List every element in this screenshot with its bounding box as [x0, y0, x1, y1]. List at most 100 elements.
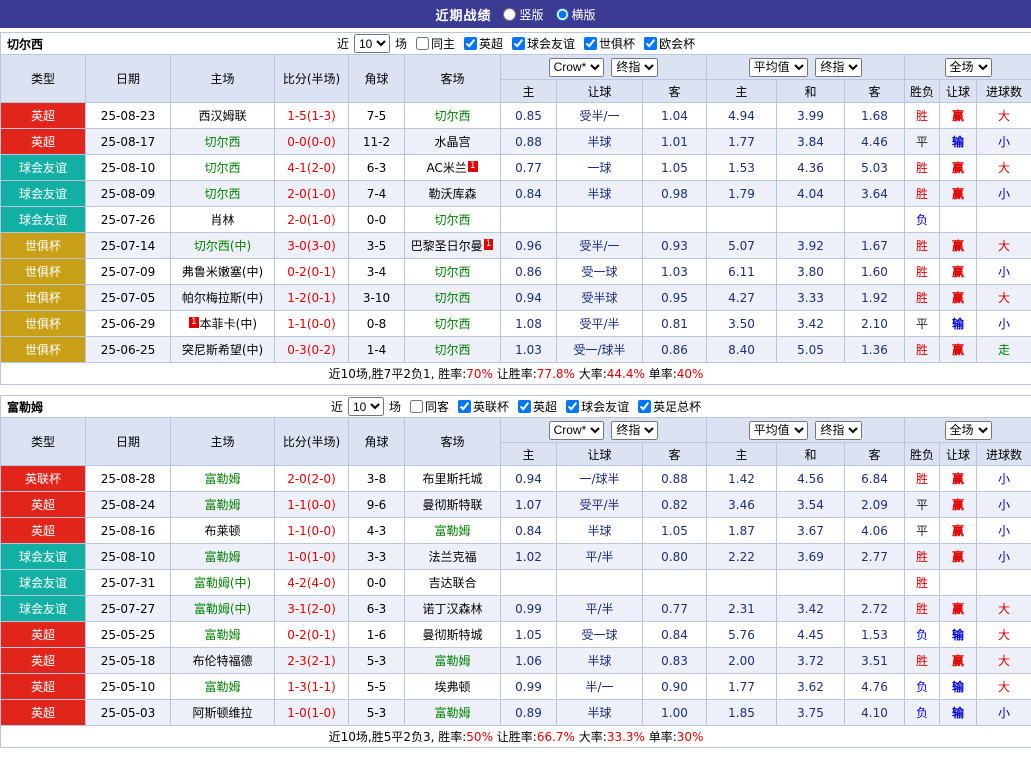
odds-final-select[interactable]: 终指 [611, 58, 658, 77]
avg-away-odds [845, 207, 905, 233]
league-filter-checkbox[interactable] [566, 400, 579, 413]
handicap-home-odds: 0.77 [501, 155, 557, 181]
avg-away-odds: 3.51 [845, 648, 905, 674]
team-header-row: 切尔西 近 10 场 同主 英超 球会友谊 世俱杯 欧会杯 [1, 33, 1031, 55]
league-filter-checkbox[interactable] [584, 37, 597, 50]
avg-home-odds: 2.00 [707, 648, 777, 674]
match-score: 2-0(1-0) [275, 207, 349, 233]
summary-part: 44.4% [607, 367, 645, 381]
red-card-badge: 1 [468, 161, 478, 172]
match-count-select[interactable]: 10 [348, 397, 384, 416]
away-team: 富勒姆 [405, 518, 501, 544]
avg-source-select[interactable]: 平均值 [749, 421, 808, 440]
league-badge: 世俱杯 [1, 337, 86, 363]
match-score: 1-0(1-0) [275, 700, 349, 726]
team-section-fulham: 富勒姆 近 10 场 同客 英联杯 英超 球会友谊 英足总杯 类型 日期 [0, 395, 1031, 748]
league-badge: 英超 [1, 129, 86, 155]
odds-company-select[interactable]: Crow* [549, 421, 604, 440]
layout-vertical-radio[interactable] [503, 8, 516, 21]
handicap-away-odds: 0.88 [643, 466, 707, 492]
league-filter-3[interactable]: 欧会杯 [638, 35, 695, 52]
col-corner: 角球 [349, 55, 405, 103]
result-wdl: 负 [905, 700, 940, 726]
layout-vertical-option[interactable]: 竖版 [503, 6, 543, 23]
result-goals: 小 [977, 466, 1031, 492]
home-team: 突尼斯希望(中) [171, 337, 275, 363]
corner-score: 0-0 [349, 570, 405, 596]
same-venue-checkbox[interactable] [416, 37, 429, 50]
same-venue-checkbox[interactable] [410, 400, 423, 413]
league-filter-checkbox[interactable] [518, 400, 531, 413]
league-badge: 英超 [1, 518, 86, 544]
league-filter-1[interactable]: 英超 [512, 398, 557, 415]
layout-horizontal-radio[interactable] [556, 8, 569, 21]
corner-score: 4-3 [349, 518, 405, 544]
league-filter-1[interactable]: 球会友谊 [506, 35, 575, 52]
summary-part: 66.7% [537, 730, 575, 744]
avg-home-odds: 1.53 [707, 155, 777, 181]
match-date: 25-07-05 [86, 285, 171, 311]
match-row: 英超25-05-18布伦特福德2-3(2-1)5-3富勒姆1.06半球0.832… [1, 648, 1031, 674]
league-filter-2[interactable]: 世俱杯 [578, 35, 635, 52]
league-badge: 英超 [1, 103, 86, 129]
league-filter-3[interactable]: 英足总杯 [632, 398, 701, 415]
avg-source-select[interactable]: 平均值 [749, 58, 808, 77]
col-odds-home: 主 [501, 443, 557, 466]
match-count-select[interactable]: 10 [354, 34, 390, 53]
league-filter-checkbox[interactable] [512, 37, 525, 50]
home-team: 阿斯顿维拉 [171, 700, 275, 726]
avg-home-odds [707, 207, 777, 233]
scope-select[interactable]: 全场 [945, 58, 992, 77]
away-team: AC米兰1 [405, 155, 501, 181]
result-handicap: 赢 [940, 181, 977, 207]
league-filter-checkbox[interactable] [464, 37, 477, 50]
same-venue-filter[interactable]: 同客 [404, 398, 449, 415]
result-goals: 大 [977, 648, 1031, 674]
handicap-line: 一球 [557, 155, 643, 181]
league-filter-checkbox[interactable] [458, 400, 471, 413]
avg-draw-odds: 3.67 [777, 518, 845, 544]
handicap-away-odds: 0.84 [643, 622, 707, 648]
match-score: 2-3(2-1) [275, 648, 349, 674]
avg-away-odds: 6.84 [845, 466, 905, 492]
avg-final-select[interactable]: 终指 [815, 58, 862, 77]
league-badge: 世俱杯 [1, 259, 86, 285]
handicap-home-odds: 1.05 [501, 622, 557, 648]
league-filter-0[interactable]: 英联杯 [452, 398, 509, 415]
away-team: 切尔西 [405, 103, 501, 129]
avg-draw-odds: 4.56 [777, 466, 845, 492]
home-team: 1本菲卡(中) [171, 311, 275, 337]
away-team: 水晶宫 [405, 129, 501, 155]
odds-final-select[interactable]: 终指 [611, 421, 658, 440]
match-date: 25-07-14 [86, 233, 171, 259]
handicap-away-odds: 0.81 [643, 311, 707, 337]
scope-select[interactable]: 全场 [945, 421, 992, 440]
league-filter-checkbox[interactable] [644, 37, 657, 50]
odds-company-select[interactable]: Crow* [549, 58, 604, 77]
league-filter-checkbox[interactable] [638, 400, 651, 413]
league-badge: 英联杯 [1, 466, 86, 492]
col-handicap: 让球 [940, 443, 977, 466]
avg-draw-odds: 5.05 [777, 337, 845, 363]
result-handicap: 输 [940, 311, 977, 337]
summary-part: 近10场,胜5平2负3, [329, 730, 439, 744]
avg-home-odds: 4.27 [707, 285, 777, 311]
match-row: 球会友谊25-07-31富勒姆(中)4-2(4-0)0-0吉达联合胜 [1, 570, 1031, 596]
handicap-home-odds: 0.84 [501, 181, 557, 207]
league-filter-2[interactable]: 球会友谊 [560, 398, 629, 415]
same-venue-filter[interactable]: 同主 [410, 35, 455, 52]
avg-draw-odds: 3.33 [777, 285, 845, 311]
col-odds-away: 客 [643, 80, 707, 103]
avg-home-odds: 1.77 [707, 129, 777, 155]
col-home: 主场 [171, 55, 275, 103]
result-handicap: 赢 [940, 233, 977, 259]
league-filter-0[interactable]: 英超 [458, 35, 503, 52]
avg-draw-odds: 3.69 [777, 544, 845, 570]
handicap-line: 半球 [557, 700, 643, 726]
avg-final-select[interactable]: 终指 [815, 421, 862, 440]
layout-horizontal-option[interactable]: 横版 [556, 6, 596, 23]
home-team: 富勒姆 [171, 674, 275, 700]
away-team: 切尔西 [405, 337, 501, 363]
filter-bar: 近 10 场 同主 英超 球会友谊 世俱杯 欧会杯 [337, 33, 695, 54]
match-row: 英超25-08-23西汉姆联1-5(1-3)7-5切尔西0.85受半/一1.04… [1, 103, 1031, 129]
